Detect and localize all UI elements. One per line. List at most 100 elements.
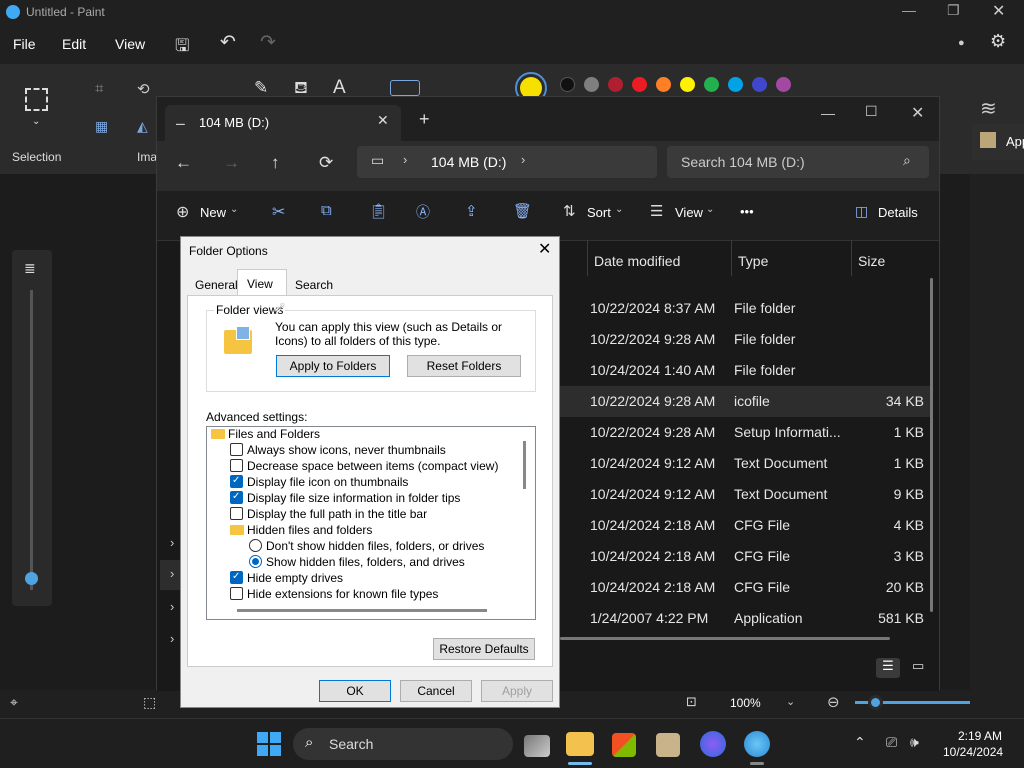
palette-color-indigo[interactable]: [752, 77, 767, 92]
table-row[interactable]: 10/22/2024 9:28 AM File folder: [560, 324, 930, 355]
table-row[interactable]: 10/22/2024 9:28 AM Setup Informati... 1 KB: [560, 417, 930, 448]
start-windows-icon[interactable]: [257, 732, 281, 756]
up-arrow-icon[interactable]: ↑: [271, 153, 280, 173]
tab-view-active[interactable]: View: [237, 269, 287, 296]
table-row[interactable]: 10/24/2024 9:12 AM Text Document 9 KB: [560, 479, 930, 510]
chevron-down-icon[interactable]: ⌄: [706, 204, 714, 215]
zoom-level[interactable]: 100%: [730, 696, 761, 710]
clock-date[interactable]: 10/24/2024: [943, 745, 1003, 759]
paste-icon[interactable]: 📋︎: [369, 202, 388, 220]
volume-icon[interactable]: 🕪︎: [910, 734, 919, 751]
redo-icon[interactable]: ↷: [260, 31, 276, 54]
maximize-icon[interactable]: ❐: [947, 2, 960, 19]
tiles-view-icon[interactable]: ▭: [912, 658, 924, 674]
close-tab-icon[interactable]: ✕: [377, 112, 389, 129]
tree-vertical-scrollbar[interactable]: [523, 441, 526, 489]
cut-icon[interactable]: ✂: [272, 202, 285, 222]
checkbox-checked[interactable]: [230, 475, 243, 488]
zoom-slider-thumb[interactable]: [868, 695, 883, 710]
taskbar-search-box[interactable]: ⌕ Search: [293, 728, 513, 760]
rename-icon[interactable]: Ⓐ: [416, 202, 430, 222]
apply-to-folders-button[interactable]: Apply to Folders: [276, 355, 390, 377]
palette-color-red[interactable]: [632, 77, 647, 92]
expand-chevron-icon[interactable]: ›: [170, 566, 174, 581]
delete-icon[interactable]: 🗑︎: [513, 202, 532, 220]
search-icon[interactable]: ⌕: [903, 152, 911, 169]
tab-general[interactable]: General: [195, 278, 238, 292]
details-pane-icon[interactable]: ◫: [855, 203, 868, 220]
task-view-icon[interactable]: [524, 735, 550, 757]
nav-pane-selected-item[interactable]: ›: [160, 560, 180, 590]
rotate-icon[interactable]: ⟲: [137, 80, 150, 98]
search-box[interactable]: Search 104 MB (D:) ⌕: [667, 146, 929, 178]
table-row[interactable]: 10/24/2024 2:18 AM CFG File 3 KB: [560, 541, 930, 572]
layers-icon[interactable]: ≋: [980, 96, 997, 121]
reset-folders-button[interactable]: Reset Folders: [407, 355, 521, 377]
view-button[interactable]: View: [675, 205, 703, 220]
fit-to-window-icon[interactable]: ⊡: [686, 694, 697, 710]
palette-color-black[interactable]: [560, 77, 575, 92]
palette-color-blue[interactable]: [728, 77, 743, 92]
minimize-icon[interactable]: —: [821, 105, 835, 121]
table-row[interactable]: 10/24/2024 2:18 AM CFG File 20 KB: [560, 572, 930, 603]
new-tab-icon[interactable]: +: [419, 109, 430, 130]
skew-icon[interactable]: ◭: [137, 118, 148, 135]
option-file-icon-thumbnails[interactable]: Display file icon on thumbnails: [247, 475, 408, 489]
app-package-icon[interactable]: [656, 733, 680, 757]
back-arrow-icon[interactable]: ←: [175, 153, 192, 173]
table-row[interactable]: 1/24/2007 4:22 PM Application 581 KB: [560, 603, 930, 634]
breadcrumb[interactable]: 104 MB (D:): [431, 154, 506, 170]
details-button[interactable]: Details: [878, 205, 918, 220]
expand-chevron-icon[interactable]: ›: [170, 599, 174, 614]
checkbox[interactable]: [230, 587, 243, 600]
table-row[interactable]: 10/24/2024 9:12 AM Text Document 1 KB: [560, 448, 930, 479]
option-hide-extensions[interactable]: Hide extensions for known file types: [247, 587, 438, 601]
forward-arrow-icon[interactable]: →: [223, 153, 240, 173]
close-icon[interactable]: ✕: [911, 103, 924, 123]
table-row[interactable]: 10/24/2024 2:18 AM CFG File 4 KB: [560, 510, 930, 541]
chevron-down-icon[interactable]: ⌄: [615, 204, 623, 215]
apply-button[interactable]: Apply: [481, 680, 553, 702]
menu-edit[interactable]: Edit: [62, 36, 86, 52]
column-separator[interactable]: [731, 240, 732, 276]
zoom-dropdown-icon[interactable]: ⌄: [786, 695, 795, 708]
copy-icon[interactable]: ⧉: [321, 202, 332, 219]
explorer-tab[interactable]: ⚊ 104 MB (D:) ✕: [165, 105, 401, 141]
brush-size-thumb[interactable]: [25, 572, 38, 585]
option-full-path-title[interactable]: Display the full path in the title bar: [247, 507, 427, 521]
more-options-button[interactable]: •••: [740, 204, 754, 219]
menu-view[interactable]: View: [115, 36, 145, 52]
settings-gear-icon[interactable]: ⚙: [990, 31, 1006, 52]
palette-color-orange[interactable]: [656, 77, 671, 92]
tab-search[interactable]: Search: [295, 278, 333, 292]
checkbox-checked[interactable]: [230, 491, 243, 504]
palette-color-gray[interactable]: [584, 77, 599, 92]
sort-icon[interactable]: ⇅: [563, 202, 576, 220]
paint-app-icon[interactable]: [744, 731, 770, 757]
ok-button[interactable]: OK: [319, 680, 391, 702]
display-icon[interactable]: ⎚: [886, 734, 897, 751]
pencil-icon[interactable]: ✎: [254, 78, 268, 98]
minimize-icon[interactable]: —: [902, 2, 916, 18]
radio-button-selected[interactable]: [249, 555, 262, 568]
close-icon[interactable]: ✕: [992, 1, 1005, 21]
view-icon[interactable]: ☰: [650, 202, 663, 220]
sort-button[interactable]: Sort: [587, 205, 611, 220]
column-header-size[interactable]: Size: [858, 253, 885, 269]
column-separator[interactable]: [851, 240, 852, 276]
resize-icon[interactable]: ▦: [95, 118, 108, 135]
checkbox[interactable]: [230, 459, 243, 472]
share-icon[interactable]: ⇪: [465, 202, 478, 220]
clock-time[interactable]: 2:19 AM: [958, 729, 1002, 743]
palette-color-darkred[interactable]: [608, 77, 623, 92]
expand-chevron-icon[interactable]: ›: [170, 631, 174, 646]
account-icon[interactable]: ●: [958, 37, 965, 49]
table-row[interactable]: 10/22/2024 8:37 AM File folder: [560, 293, 930, 324]
vertical-scrollbar[interactable]: [930, 278, 933, 612]
crop-icon[interactable]: ⌗: [95, 80, 103, 97]
radio-button[interactable]: [249, 539, 262, 552]
side-panel-item[interactable]: App: [972, 124, 1024, 160]
option-compact-view[interactable]: Decrease space between items (compact vi…: [247, 459, 498, 473]
zoom-out-icon[interactable]: ⊖: [827, 693, 840, 711]
chevron-down-icon[interactable]: ⌄: [230, 204, 238, 215]
